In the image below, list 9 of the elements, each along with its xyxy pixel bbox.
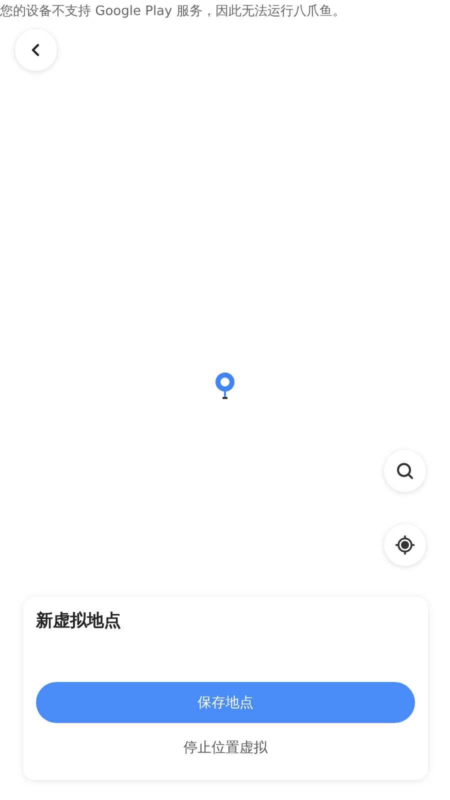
locate-button[interactable]: [384, 524, 426, 566]
back-button[interactable]: [15, 29, 57, 71]
search-icon: [395, 461, 415, 481]
map-pin-icon: [215, 372, 235, 402]
search-button[interactable]: [384, 450, 426, 492]
notice-text: 您的设备不支持 Google Play 服务，因此无法运行八爪鱼。: [0, 3, 346, 20]
sheet-title: 新虚拟地点: [36, 610, 121, 632]
stop-spoofing-link[interactable]: 停止位置虚拟: [180, 735, 272, 761]
locate-icon: [394, 534, 416, 556]
